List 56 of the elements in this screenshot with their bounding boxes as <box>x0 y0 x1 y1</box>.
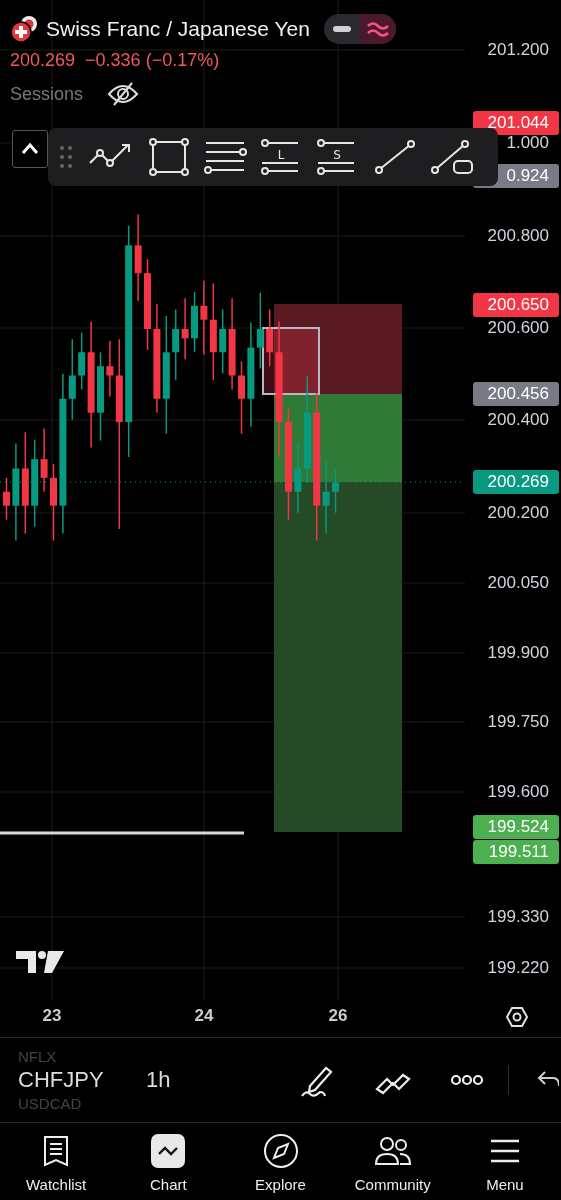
settings-icon[interactable] <box>505 1007 529 1027</box>
line-tool-icon[interactable] <box>372 137 418 177</box>
price-label: 200.200 <box>487 502 549 524</box>
logo-icon <box>16 951 64 973</box>
time-label: 23 <box>41 1006 63 1026</box>
more-icon[interactable] <box>450 1073 485 1087</box>
price-label: 200.600 <box>487 317 549 339</box>
price-label: 199.900 <box>487 642 549 664</box>
last-price: 200.269 <box>10 50 76 71</box>
menu-icon <box>488 1137 521 1164</box>
drag-handle-icon[interactable] <box>60 145 72 169</box>
price-label: 200.800 <box>487 225 549 247</box>
price-tag: 201.044 <box>473 111 559 135</box>
tab-item[interactable]: Watchlist <box>0 1123 113 1200</box>
flag-icon <box>10 14 40 44</box>
price-tag: 200.650 <box>473 293 559 317</box>
collapse-button[interactable] <box>12 130 48 168</box>
tab-item[interactable]: Explore <box>224 1123 337 1200</box>
long-position-drawing[interactable] <box>262 304 402 832</box>
candle <box>3 477 10 521</box>
list-icon <box>42 1134 71 1167</box>
price-change: −0.336 (−0.17%) <box>85 50 220 71</box>
price-label: 199.600 <box>487 781 549 803</box>
price-tag: 200.269 <box>473 470 559 494</box>
tab-item[interactable]: Menu <box>448 1123 561 1200</box>
sessions-label: Sessions <box>10 83 84 105</box>
horizontal-line[interactable] <box>0 831 244 835</box>
time-label: 26 <box>327 1006 349 1026</box>
wave-icon <box>366 21 389 37</box>
minus-icon <box>332 25 351 33</box>
compass-icon <box>262 1132 299 1169</box>
symbol-name[interactable]: CHFJPY <box>18 1065 146 1095</box>
price-tag: 199.524 <box>473 815 559 839</box>
caret-icon <box>21 143 39 155</box>
price-tag: 199.511 <box>473 840 559 864</box>
symbol-title: Swiss Franc / Japanese Yen <box>46 17 310 41</box>
price-label: 200.400 <box>487 409 549 431</box>
visibility-icon[interactable] <box>107 81 140 107</box>
price-label: 199.220 <box>487 957 549 979</box>
price-label: 201.200 <box>487 39 549 61</box>
price-label: 199.330 <box>487 906 549 928</box>
tab-item[interactable]: Community <box>336 1123 449 1200</box>
price-label: 200.050 <box>487 572 549 594</box>
people-icon <box>373 1135 412 1166</box>
price-tag: 200.456 <box>473 382 559 406</box>
rectangle-tool-icon[interactable] <box>146 137 192 177</box>
time-label: 24 <box>193 1006 215 1026</box>
mode-toggle[interactable] <box>323 14 396 44</box>
candle <box>332 467 339 514</box>
callout-tool-icon[interactable] <box>430 137 476 177</box>
interval-button[interactable]: 1h <box>146 1067 171 1093</box>
candle <box>191 291 198 353</box>
price-label: 199.750 <box>487 711 549 733</box>
price-label: 1.000 <box>506 132 549 154</box>
tab-item[interactable]: Chart <box>112 1123 225 1200</box>
mode-option[interactable] <box>359 14 396 44</box>
